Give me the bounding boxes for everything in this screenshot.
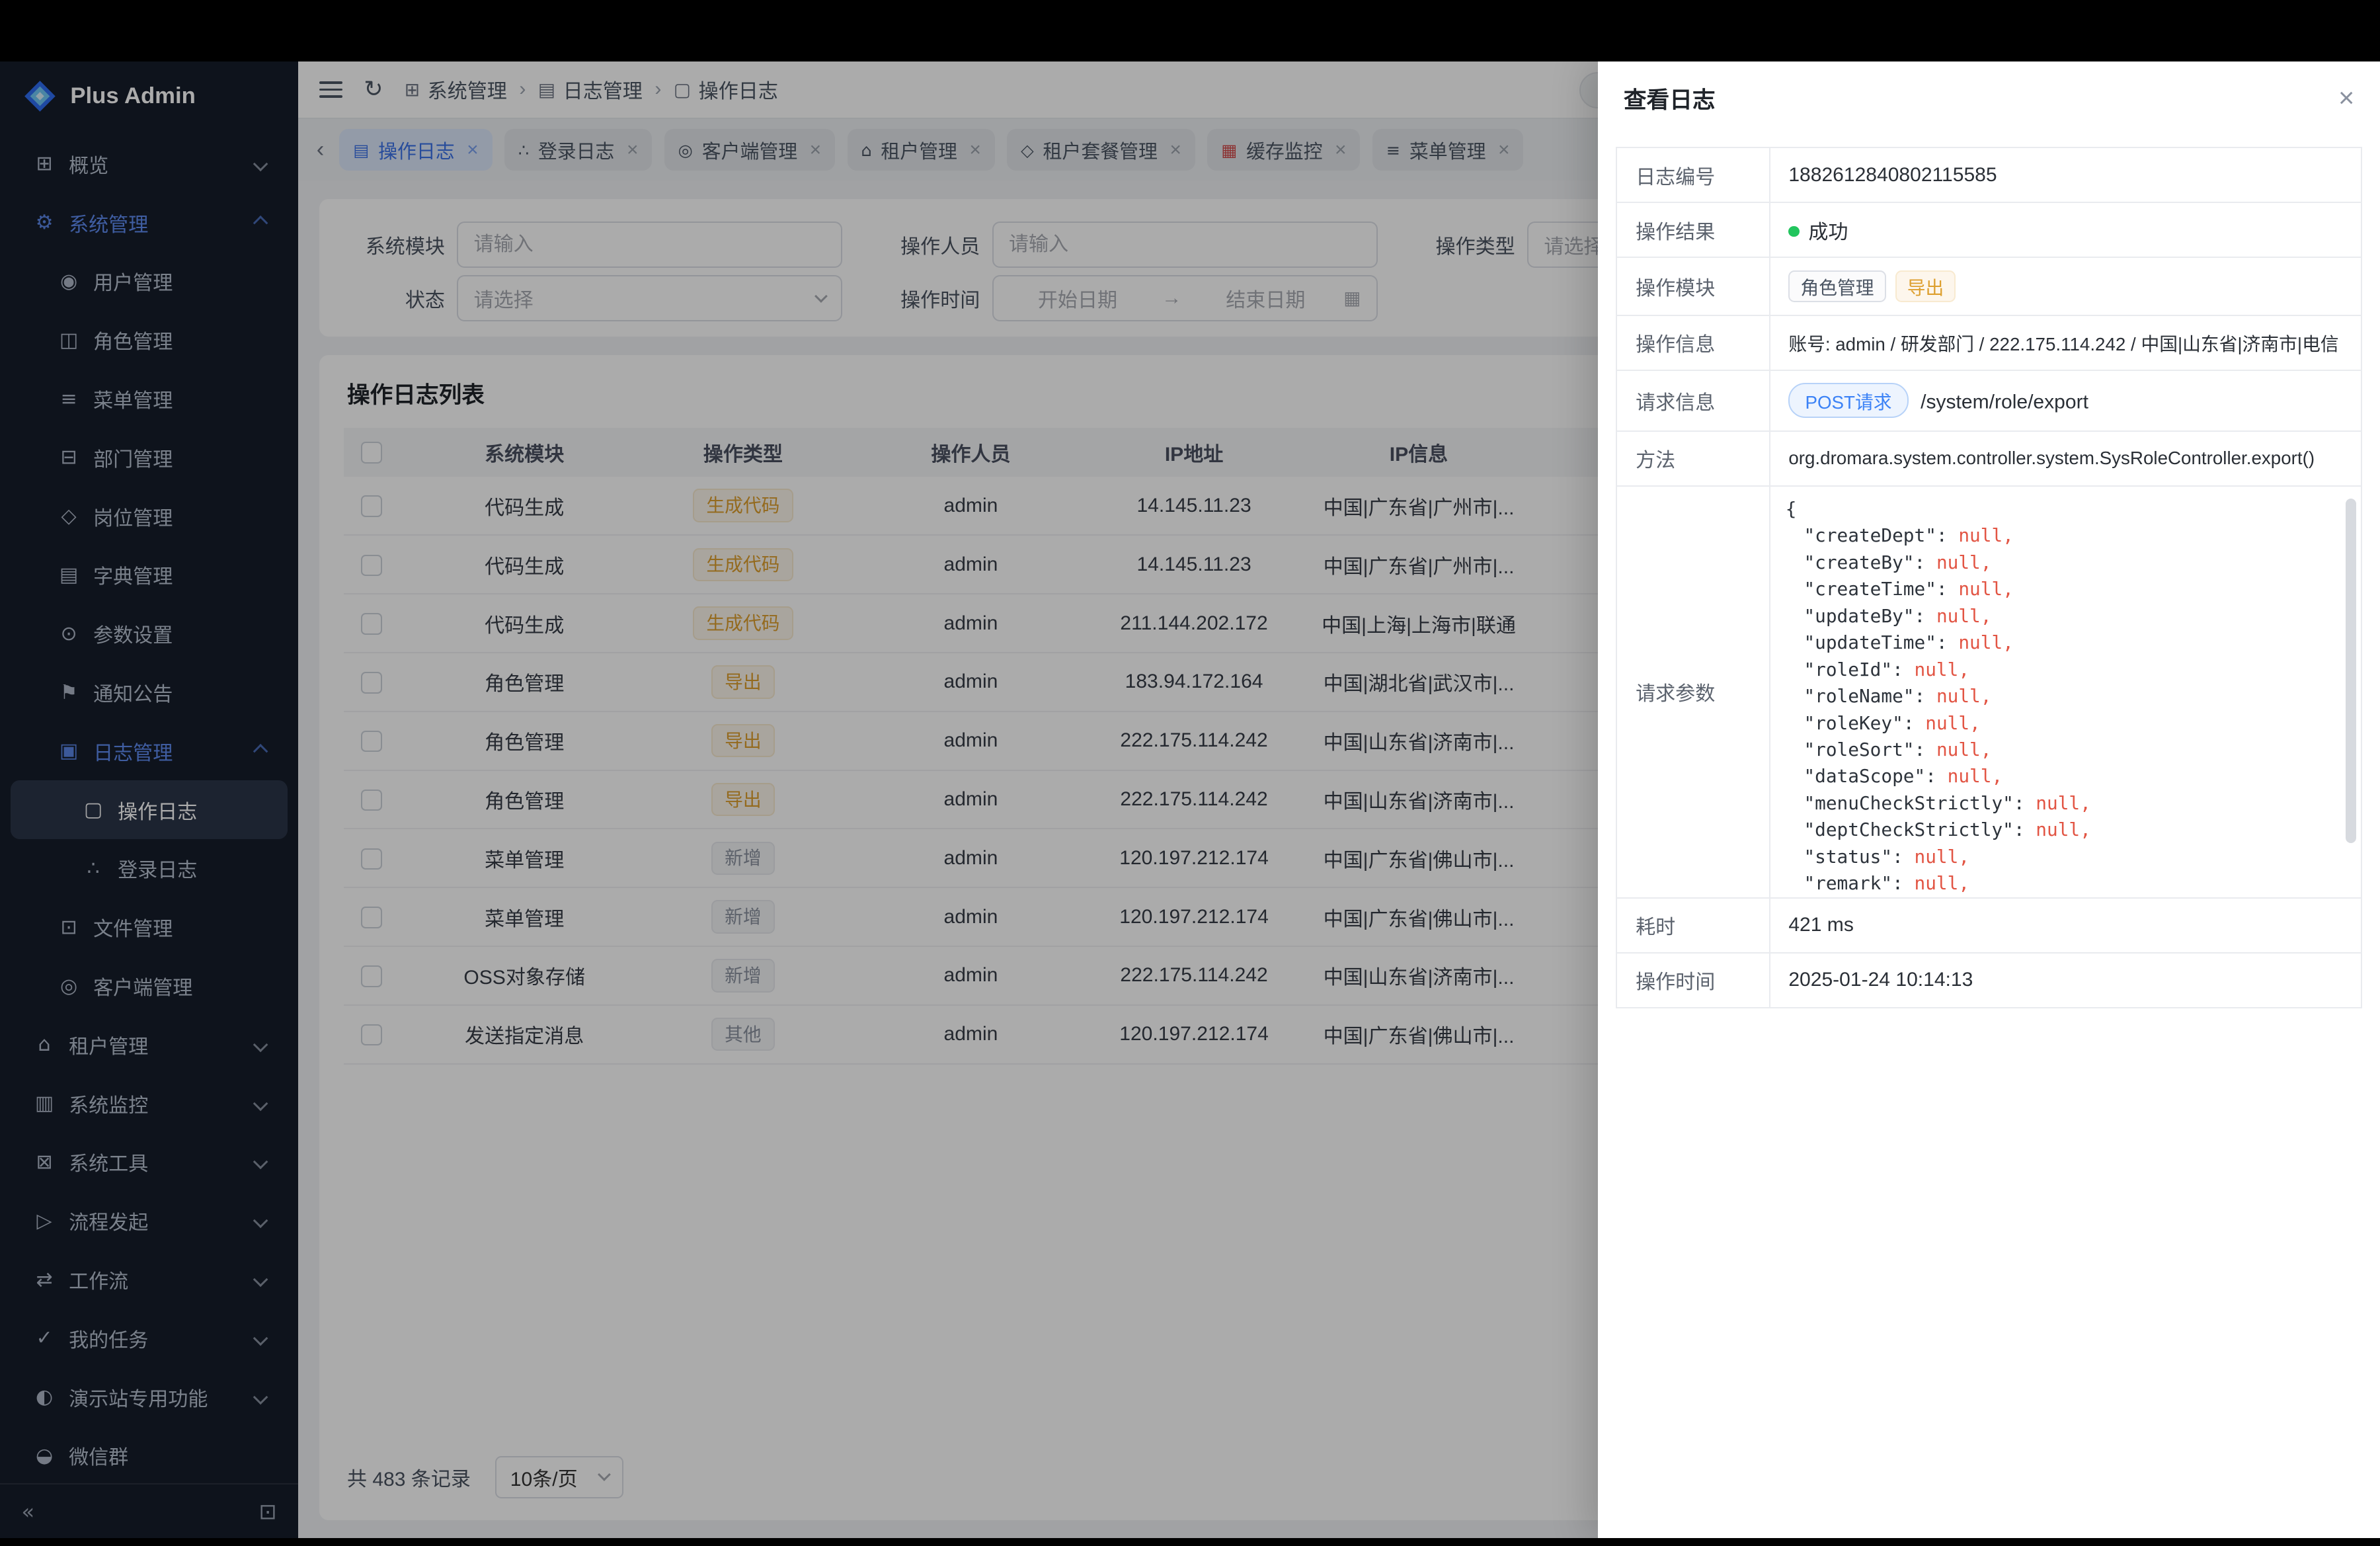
close-icon[interactable]: × (2338, 84, 2354, 112)
detail-row-request: 请求信息 POST请求/system/role/export (1616, 370, 2361, 431)
detail-row-info: 操作信息 账号: admin / 研发部门 / 222.175.114.242 … (1616, 315, 2361, 370)
code-line: "roleSort": null, (1786, 737, 2352, 763)
code-line: "createTime": null, (1786, 576, 2352, 602)
code-line: "dataScope": null, (1786, 763, 2352, 790)
post-method-tag: POST请求 (1788, 383, 1908, 418)
code-line: "status": null, (1786, 844, 2352, 870)
code-line: { (1786, 496, 2352, 522)
code-line: "roleId": null, (1786, 657, 2352, 683)
code-line: "deptCheckStrictly": null, (1786, 817, 2352, 843)
method-value: org.dromara.system.controller.system.Sys… (1770, 431, 2361, 486)
request-params-code: {"createDept": null,"createBy": null,"cr… (1786, 493, 2352, 897)
screen: Plus Admin ⊞ 概览 ⚙ 系统管理 ◉ 用户管理 (0, 0, 2380, 1546)
code-line: "createDept": null, (1786, 522, 2352, 549)
log-id-value: 1882612840802115585 (1770, 147, 2361, 202)
duration-value: 421 ms (1770, 898, 2361, 953)
operation-info-value: 账号: admin / 研发部门 / 222.175.114.242 / 中国|… (1770, 315, 2361, 370)
code-line: "roleKey": null, (1786, 710, 2352, 737)
drawer-body: 日志编号 1882612840802115585 操作结果 成功 操作模块 角色… (1598, 135, 2380, 1027)
export-tag: 导出 (1895, 270, 1956, 303)
code-line: "updateTime": null, (1786, 630, 2352, 656)
drawer-title: 查看日志 (1624, 81, 1716, 114)
code-scrollbar (2346, 499, 2356, 885)
app-window: Plus Admin ⊞ 概览 ⚙ 系统管理 ◉ 用户管理 (0, 61, 2380, 1539)
result-value: 成功 (1808, 222, 1848, 243)
success-dot-icon (1788, 226, 1799, 237)
code-line: "roleName": null, (1786, 683, 2352, 710)
detail-row-result: 操作结果 成功 (1616, 202, 2361, 257)
drawer-header: 查看日志 × (1598, 61, 2380, 135)
code-scrollbar-thumb[interactable] (2346, 499, 2356, 842)
detail-row-method: 方法 org.dromara.system.controller.system.… (1616, 431, 2361, 486)
detail-row-params: 请求参数 {"createDept": null,"createBy": nul… (1616, 486, 2361, 898)
code-line: "createBy": null, (1786, 549, 2352, 576)
request-url: /system/role/export (1921, 391, 2088, 413)
module-tag: 角色管理 (1788, 270, 1885, 303)
detail-row-duration: 耗时 421 ms (1616, 898, 2361, 953)
operation-time-value: 2025-01-24 10:14:13 (1770, 953, 2361, 1008)
code-line: "updateBy": null, (1786, 603, 2352, 630)
code-line: "remark": null, (1786, 870, 2352, 897)
detail-row-module: 操作模块 角色管理导出 (1616, 257, 2361, 315)
log-detail-table: 日志编号 1882612840802115585 操作结果 成功 操作模块 角色… (1616, 147, 2362, 1008)
detail-row-time: 操作时间 2025-01-24 10:14:13 (1616, 953, 2361, 1008)
view-log-drawer: 查看日志 × 日志编号 1882612840802115585 操作结果 成功 (1598, 61, 2380, 1539)
code-line: "menuCheckStrictly": null, (1786, 790, 2352, 817)
detail-row-log-id: 日志编号 1882612840802115585 (1616, 147, 2361, 202)
